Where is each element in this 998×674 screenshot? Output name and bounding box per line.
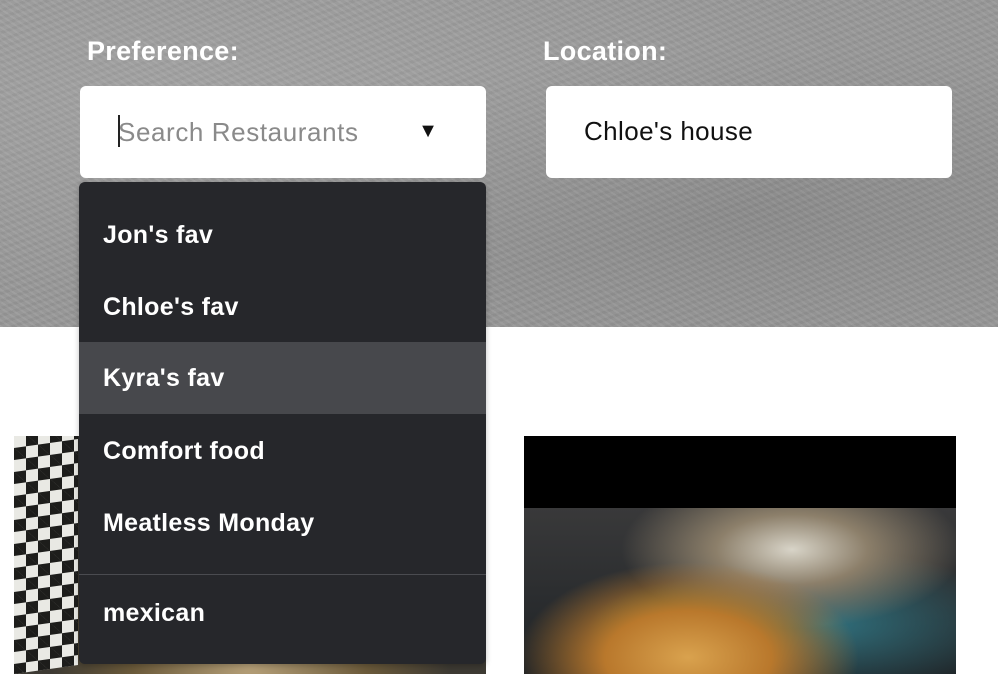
checkered-paper-decoration — [14, 436, 78, 674]
preference-select[interactable]: ▼ — [80, 86, 486, 178]
dropdown-item-meatless-monday[interactable]: Meatless Monday — [79, 487, 486, 559]
restaurant-card-image[interactable] — [524, 436, 956, 674]
location-field[interactable]: Chloe's house — [546, 86, 952, 178]
dropdown-divider — [79, 574, 486, 575]
location-value: Chloe's house — [584, 116, 754, 146]
search-restaurants-input[interactable] — [118, 112, 418, 152]
preference-label: Preference: — [87, 36, 239, 66]
dropdown-item-mexican[interactable]: mexican — [79, 577, 486, 649]
dropdown-item-comfort-food[interactable]: Comfort food — [79, 415, 486, 487]
food-photo — [524, 508, 956, 674]
dropdown-item-chloes-fav[interactable]: Chloe's fav — [79, 271, 486, 343]
text-cursor — [118, 115, 120, 147]
location-label: Location: — [543, 36, 668, 66]
dropdown-item-jons-fav[interactable]: Jon's fav — [79, 199, 486, 271]
dropdown-item-kyras-fav[interactable]: Kyra's fav — [79, 342, 486, 414]
preference-dropdown-menu: Jon's fav Chloe's fav Kyra's fav Comfort… — [79, 182, 486, 664]
caret-down-icon[interactable]: ▼ — [418, 119, 438, 143]
